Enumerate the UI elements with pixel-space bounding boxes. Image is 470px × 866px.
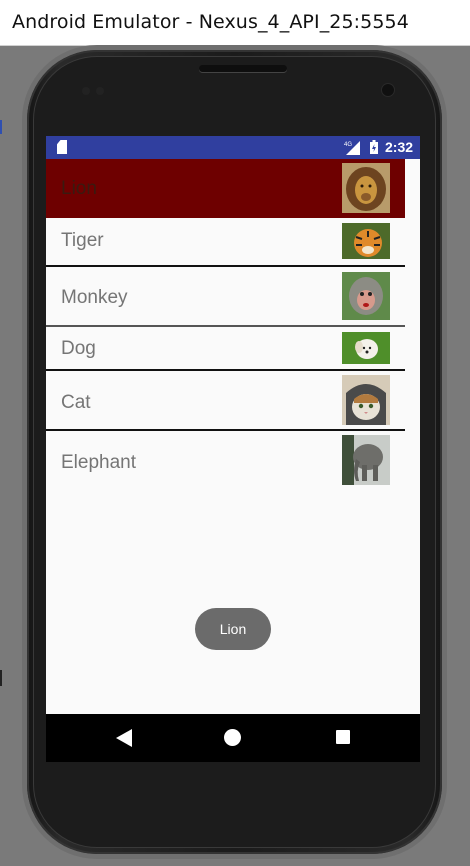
tiger-photo-icon xyxy=(342,223,390,259)
device-screen: 4G 2:32 Lion Tiger Monkey Dog Cat Elepha… xyxy=(46,136,420,762)
list-item-elephant[interactable]: Elephant xyxy=(46,431,405,493)
proximity-sensor xyxy=(82,87,90,95)
window-title: Android Emulator - Nexus_4_API_25:5554 xyxy=(12,11,409,33)
home-circle-icon[interactable] xyxy=(224,729,241,746)
cell-signal-icon: 4G xyxy=(344,141,360,155)
list-item-label: Tiger xyxy=(61,230,104,251)
battery-icon xyxy=(370,140,378,154)
list-item-label: Cat xyxy=(61,392,91,413)
list-item-label: Dog xyxy=(61,338,96,359)
list-right-margin xyxy=(405,159,420,619)
recents-square-icon[interactable] xyxy=(336,730,350,744)
elephant-photo-icon xyxy=(342,435,390,485)
front-camera xyxy=(382,84,394,96)
light-sensor xyxy=(96,87,104,95)
cat-photo-icon xyxy=(342,375,390,425)
navigation-bar xyxy=(46,714,420,762)
list-item-lion[interactable]: Lion xyxy=(46,159,405,218)
list-item-dog[interactable]: Dog xyxy=(46,327,405,369)
lion-photo-icon xyxy=(342,163,390,213)
monkey-photo-icon xyxy=(342,272,390,320)
left-edge-accent-2 xyxy=(0,670,2,686)
animal-list[interactable]: Lion Tiger Monkey Dog Cat Elephant xyxy=(46,159,405,493)
toast-text: Lion xyxy=(219,621,247,637)
list-item-label: Lion xyxy=(61,178,97,199)
earpiece-speaker xyxy=(199,65,287,72)
dog-photo-icon xyxy=(342,332,390,364)
list-item-label: Elephant xyxy=(61,452,137,473)
list-item-tiger[interactable]: Tiger xyxy=(46,218,405,265)
list-item-cat[interactable]: Cat xyxy=(46,371,405,429)
status-bar: 4G 2:32 xyxy=(46,136,420,159)
list-item-label: Monkey xyxy=(61,287,128,308)
emulator-title-bar: Android Emulator - Nexus_4_API_25:5554 xyxy=(0,0,470,46)
sd-card-icon xyxy=(57,140,67,154)
toast-message: Lion xyxy=(195,608,271,650)
back-triangle-icon[interactable] xyxy=(116,729,132,747)
network-type-label: 4G xyxy=(344,142,352,148)
status-clock: 2:32 xyxy=(385,139,414,155)
left-edge-accent xyxy=(0,120,2,134)
list-item-monkey[interactable]: Monkey xyxy=(46,267,405,325)
